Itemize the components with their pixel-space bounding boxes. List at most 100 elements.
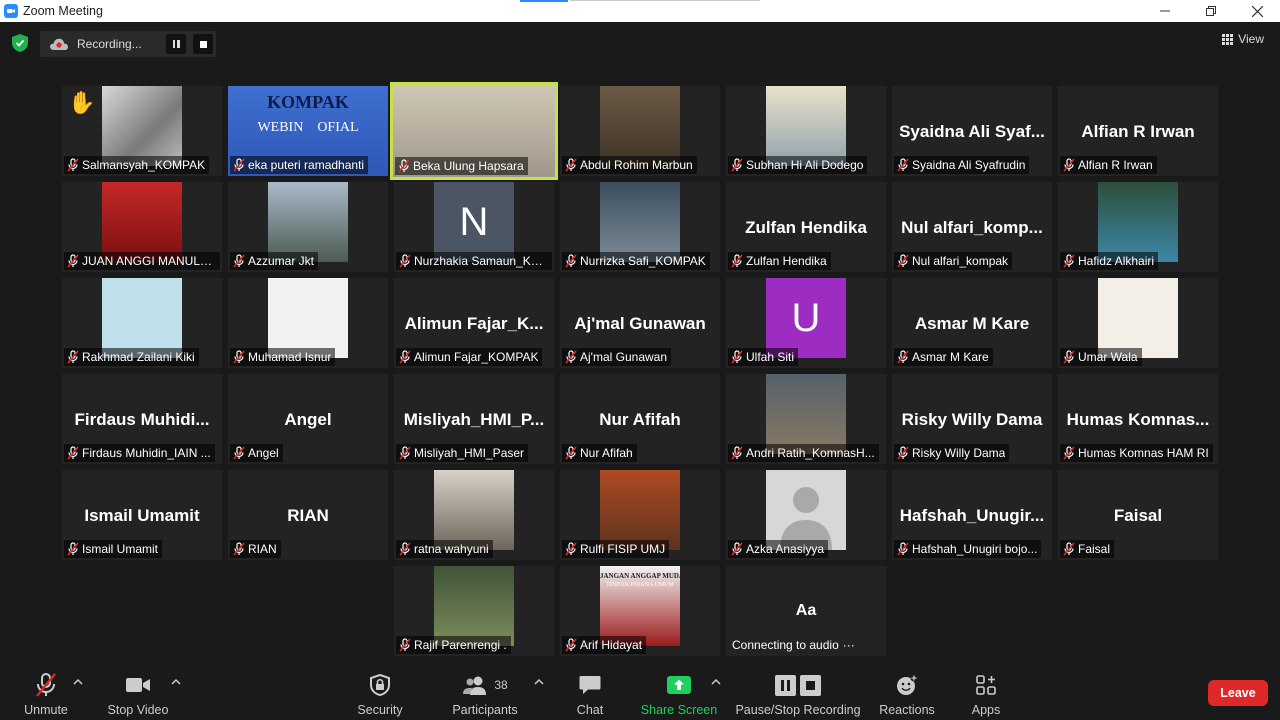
- audio-options-caret-icon[interactable]: [73, 678, 83, 686]
- participant-tile[interactable]: Rakhmad Zailani Kiki: [62, 278, 222, 368]
- participant-tile[interactable]: Hafidz Alkhairi: [1058, 182, 1218, 272]
- participant-name: Aj'mal Gunawan: [580, 350, 667, 364]
- participant-name-tag: Hafidz Alkhairi: [1060, 252, 1159, 270]
- participant-tile[interactable]: Aj'mal Gunawan Aj'mal Gunawan: [560, 278, 720, 368]
- participant-tile[interactable]: Azka Anasiyya: [726, 470, 886, 560]
- participant-tile[interactable]: KOMPAK WEBIN OFIAL eka puteri ramadhanti: [228, 86, 388, 176]
- participant-tile[interactable]: Aa Connecting to audio ···: [726, 566, 886, 656]
- restore-icon[interactable]: [1188, 0, 1234, 22]
- participant-name: Arif Hidayat: [580, 638, 643, 652]
- participant-display-name: Alfian R Irwan: [1081, 122, 1195, 141]
- share-options-caret-icon[interactable]: [711, 678, 721, 686]
- participant-tile[interactable]: Asmar M Kare Asmar M Kare: [892, 278, 1052, 368]
- participants-button[interactable]: 38 Participants: [448, 660, 522, 720]
- participant-video: [766, 374, 846, 454]
- participant-name: Nurzhakia Samaun_KO...: [414, 254, 548, 268]
- participant-name-tag: JUAN ANGGI MANULL...: [64, 252, 220, 270]
- muted-mic-icon: [564, 542, 578, 556]
- recording-label: Recording...: [77, 37, 142, 51]
- participant-display-name: Hafshah_Unugir...: [899, 506, 1045, 525]
- security-label: Security: [357, 703, 403, 717]
- reactions-button[interactable]: Reactions: [876, 660, 938, 720]
- unmute-button[interactable]: Unmute: [18, 660, 74, 720]
- muted-mic-icon: [66, 446, 80, 460]
- participant-tile[interactable]: JUAN ANGGI MANULL...: [62, 182, 222, 272]
- participant-tile[interactable]: Nurrizka Safi_KOMPAK: [560, 182, 720, 272]
- participant-name-tag: Muhamad Isnur: [230, 348, 336, 366]
- muted-mic-icon: [564, 446, 578, 460]
- participant-name-tag: Subhan Hi Ali Dodego: [728, 156, 868, 174]
- participant-tile[interactable]: Nul alfari_komp... Nul alfari_kompak: [892, 182, 1052, 272]
- participant-tile[interactable]: U Ulfah Siti: [726, 278, 886, 368]
- muted-mic-icon: [730, 542, 744, 556]
- participant-tile[interactable]: Risky Willy Dama Risky Willy Dama: [892, 374, 1052, 464]
- background-banner-subtext: WEBIN OFIAL: [257, 120, 359, 135]
- participant-tile[interactable]: Syaidna Ali Syaf... Syaidna Ali Syafrudin: [892, 86, 1052, 176]
- participant-display-name: Zulfan Hendika: [745, 218, 867, 237]
- participant-name-tag: Nurrizka Safi_KOMPAK: [562, 252, 710, 270]
- pause-stop-recording-button[interactable]: Pause/Stop Recording: [735, 660, 861, 720]
- chat-button[interactable]: Chat: [570, 660, 610, 720]
- security-button[interactable]: Security: [352, 660, 408, 720]
- participant-name: Syaidna Ali Syafrudin: [912, 158, 1026, 172]
- participant-tile[interactable]: Azzumar Jkt: [228, 182, 388, 272]
- grid-view-icon: [1222, 33, 1234, 45]
- participant-tile[interactable]: Beka Ulung Hapsara: [390, 82, 558, 180]
- participant-tile[interactable]: ratna wahyuni: [394, 470, 554, 560]
- participant-tile[interactable]: Muhamad Isnur: [228, 278, 388, 368]
- pause-recording-icon: [775, 674, 796, 696]
- video-options-caret-icon[interactable]: [171, 678, 181, 686]
- participant-tile[interactable]: Abdul Rohim Marbun: [560, 86, 720, 176]
- participant-name: Rakhmad Zailani Kiki: [82, 350, 195, 364]
- participant-display-name: Nul alfari_komp...: [901, 218, 1043, 237]
- apps-button[interactable]: Apps: [966, 660, 1006, 720]
- participant-tile[interactable]: RIAN RIAN: [228, 470, 388, 560]
- share-screen-button[interactable]: Share Screen: [641, 660, 717, 720]
- leave-button[interactable]: Leave: [1208, 680, 1268, 706]
- participant-tile[interactable]: Rajif Parenrengi .: [394, 566, 554, 656]
- participant-tile[interactable]: Firdaus Muhidi... Firdaus Muhidin_IAIN ..…: [62, 374, 222, 464]
- participant-name-tag: Humas Komnas HAM RI: [1060, 444, 1213, 462]
- recording-indicator: Recording...: [40, 31, 216, 57]
- participant-name-tag: Rajif Parenrengi .: [396, 636, 511, 654]
- muted-mic-icon: [232, 542, 246, 556]
- participant-name-tag: Rakhmad Zailani Kiki: [64, 348, 199, 366]
- participant-video: [434, 566, 514, 646]
- participant-tile[interactable]: Ismail Umamit Ismail Umamit: [62, 470, 222, 560]
- participant-name-tag: Andri Ratih_KomnasH...: [728, 444, 879, 462]
- participant-tile[interactable]: Humas Komnas... Humas Komnas HAM RI: [1058, 374, 1218, 464]
- meeting-topbar: Recording... View: [0, 22, 1280, 66]
- participant-tile[interactable]: Alimun Fajar_K... Alimun Fajar_KOMPAK: [394, 278, 554, 368]
- participant-tile[interactable]: JANGAN ANGGAP MUDA TINDAK PIDANA UMUM Arif…: [560, 566, 720, 656]
- participants-options-caret-icon[interactable]: [534, 678, 544, 686]
- participant-name: ratna wahyuni: [414, 542, 489, 556]
- participant-tile[interactable]: Andri Ratih_KomnasH...: [726, 374, 886, 464]
- stop-recording-button[interactable]: [193, 34, 213, 54]
- participant-name: Risky Willy Dama: [912, 446, 1006, 460]
- minimize-icon[interactable]: [1142, 0, 1188, 22]
- participant-name-tag: Arif Hidayat: [562, 636, 647, 654]
- participant-name-tag: RIAN: [230, 540, 281, 558]
- participant-name: Ulfah Siti: [746, 350, 795, 364]
- participant-tile[interactable]: Nur Afifah Nur Afifah: [560, 374, 720, 464]
- participant-tile[interactable]: Rulfi FISIP UMJ: [560, 470, 720, 560]
- stop-video-button[interactable]: Stop Video: [104, 660, 172, 720]
- participant-tile[interactable]: Hafshah_Unugir... Hafshah_Unugiri bojo...: [892, 470, 1052, 560]
- participant-tile[interactable]: Angel Angel: [228, 374, 388, 464]
- muted-mic-icon: [398, 254, 412, 268]
- muted-mic-icon: [564, 158, 578, 172]
- muted-microphone-icon: [36, 673, 56, 697]
- encryption-shield-icon[interactable]: [12, 34, 28, 52]
- apps-icon: [976, 675, 996, 695]
- participant-tile[interactable]: Umar Wala: [1058, 278, 1218, 368]
- close-icon[interactable]: [1234, 0, 1280, 22]
- participant-tile[interactable]: Subhan Hi Ali Dodego: [726, 86, 886, 176]
- participant-tile[interactable]: Faisal Faisal: [1058, 470, 1218, 560]
- participant-tile[interactable]: Alfian R Irwan Alfian R Irwan: [1058, 86, 1218, 176]
- participant-tile[interactable]: Zulfan Hendika Zulfan Hendika: [726, 182, 886, 272]
- pause-recording-button[interactable]: [166, 34, 186, 54]
- participant-tile[interactable]: ✋ Salmansyah_KOMPAK: [62, 86, 222, 176]
- participant-tile[interactable]: N Nurzhakia Samaun_KO...: [394, 182, 554, 272]
- view-button[interactable]: View: [1222, 32, 1264, 46]
- participant-tile[interactable]: Misliyah_HMI_P... Misliyah_HMI_Paser: [394, 374, 554, 464]
